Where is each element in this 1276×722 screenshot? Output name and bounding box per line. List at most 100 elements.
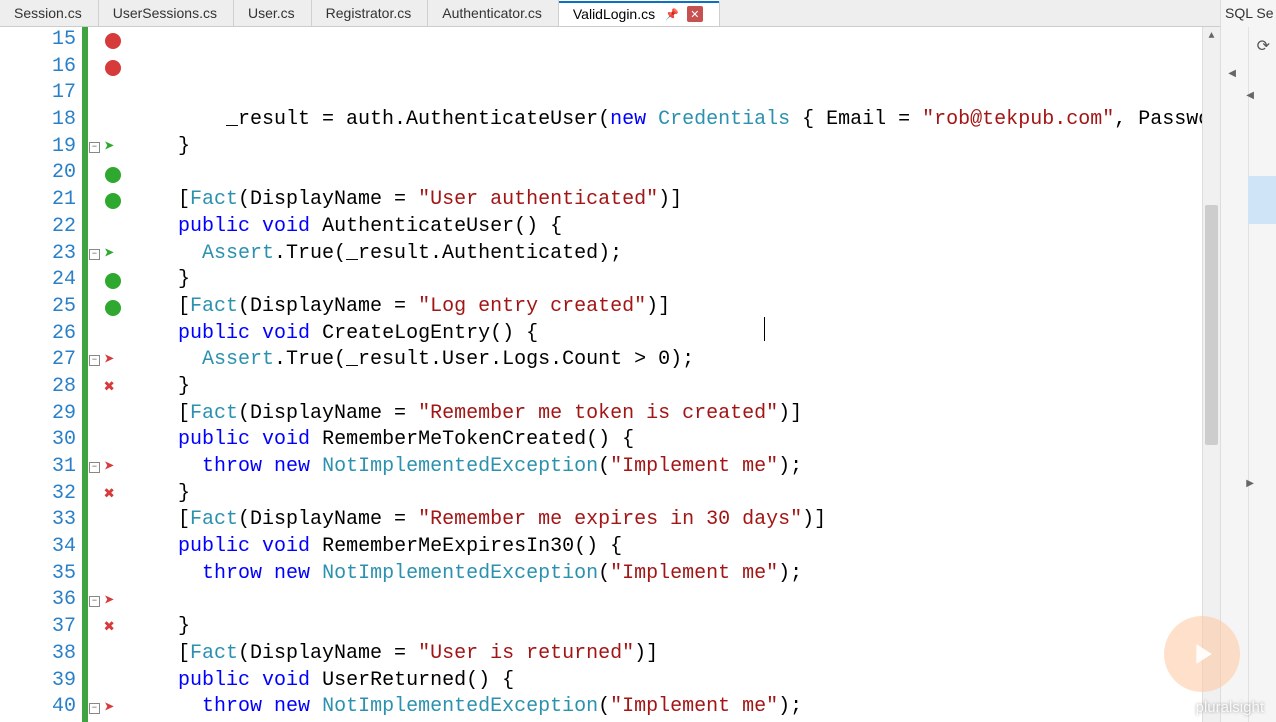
line-number: 32: [0, 481, 76, 508]
collapse-triangle-icon[interactable]: ◀: [1246, 90, 1254, 101]
tab-bar: Session.cs UserSessions.cs User.cs Regis…: [0, 0, 1276, 27]
line-number: 39: [0, 668, 76, 695]
code-line[interactable]: [Fact(DisplayName = "User is returned")]: [124, 641, 1220, 668]
test-pass-icon[interactable]: [105, 300, 121, 316]
fold-toggle[interactable]: −: [89, 596, 100, 607]
refresh-icon[interactable]: ⟳: [1257, 36, 1270, 56]
right-panel-label[interactable]: SQL Se: [1221, 2, 1276, 24]
code-line[interactable]: throw new NotImplementedException("Imple…: [124, 694, 1220, 721]
line-number: 37: [0, 614, 76, 641]
test-pass-icon[interactable]: [105, 167, 121, 183]
test-pass-icon[interactable]: [105, 193, 121, 209]
code-line[interactable]: [Fact(DisplayName = "Remember me token i…: [124, 401, 1220, 428]
line-number: 38: [0, 641, 76, 668]
fold-toggle[interactable]: −: [89, 703, 100, 714]
scroll-track[interactable]: [1203, 45, 1220, 704]
line-number: 35: [0, 561, 76, 588]
line-number: 34: [0, 534, 76, 561]
line-number: 29: [0, 401, 76, 428]
fold-toggle[interactable]: −: [89, 142, 100, 153]
test-marker-column: ➤ ➤ ➤ ✖ ➤ ✖ ➤ ✖ ➤: [102, 27, 124, 722]
code-line[interactable]: public void UserReturned() {: [124, 668, 1220, 695]
line-number: 25: [0, 294, 76, 321]
line-number: 16: [0, 54, 76, 81]
line-number: 22: [0, 214, 76, 241]
expand-triangle-icon[interactable]: ▶: [1246, 478, 1254, 489]
test-pass-arrow-icon[interactable]: ➤: [104, 243, 115, 265]
line-number: 26: [0, 321, 76, 348]
tab-label: Authenticator.cs: [442, 5, 542, 21]
line-number: 15: [0, 27, 76, 54]
code-line[interactable]: public void RememberMeExpiresIn30() {: [124, 534, 1220, 561]
test-fail-arrow-icon[interactable]: ➤: [104, 456, 115, 478]
code-line[interactable]: Assert.True(_result.User.Logs.Count > 0)…: [124, 347, 1220, 374]
tab-usersessions[interactable]: UserSessions.cs: [99, 0, 234, 26]
close-icon[interactable]: ✕: [687, 6, 703, 22]
line-number: 28: [0, 374, 76, 401]
line-number: 36: [0, 587, 76, 614]
play-icon: [1185, 637, 1219, 671]
fold-toggle[interactable]: −: [89, 249, 100, 260]
line-number: 21: [0, 187, 76, 214]
code-line[interactable]: [124, 160, 1220, 187]
code-line[interactable]: }: [124, 374, 1220, 401]
code-line[interactable]: public void CreateLogEntry() {: [124, 321, 1220, 348]
pin-icon[interactable]: 📌: [665, 8, 679, 21]
code-line[interactable]: _result = auth.AuthenticateUser(new Cred…: [124, 107, 1220, 134]
tab-label: Session.cs: [14, 5, 82, 21]
code-line[interactable]: }: [124, 614, 1220, 641]
line-number: 40: [0, 694, 76, 721]
code-line[interactable]: [124, 587, 1220, 614]
test-fail-icon[interactable]: [105, 60, 121, 76]
fold-toggle[interactable]: −: [89, 462, 100, 473]
tab-user[interactable]: User.cs: [234, 0, 312, 26]
line-number: 30: [0, 427, 76, 454]
code-line[interactable]: [Fact(DisplayName = "Log entry created")…: [124, 294, 1220, 321]
tab-label: Registrator.cs: [326, 5, 412, 21]
panel-separator: [1248, 27, 1249, 722]
test-fail-arrow-icon[interactable]: ➤: [104, 697, 115, 719]
line-number: 17: [0, 80, 76, 107]
fold-column: − − − − − −: [88, 27, 102, 722]
line-number: 31: [0, 454, 76, 481]
test-fail-arrow-icon[interactable]: ➤: [104, 349, 115, 371]
test-error-icon[interactable]: ✖: [104, 616, 115, 638]
right-side-panel: SQL Se ⟳ ◀ ◀ ▶: [1220, 0, 1276, 722]
tab-label: ValidLogin.cs: [573, 6, 655, 22]
line-number: 33: [0, 507, 76, 534]
code-editor[interactable]: 1516171819202122232425262728293031323334…: [0, 27, 1220, 722]
line-number: 19: [0, 134, 76, 161]
test-fail-icon[interactable]: [105, 33, 121, 49]
code-line[interactable]: [Fact(DisplayName = "Remember me expires…: [124, 507, 1220, 534]
code-line[interactable]: }: [124, 481, 1220, 508]
code-line[interactable]: throw new NotImplementedException("Imple…: [124, 454, 1220, 481]
code-line[interactable]: public void RememberMeTokenCreated() {: [124, 427, 1220, 454]
brand-watermark: pluralsight: [1196, 699, 1264, 716]
code-line[interactable]: }: [124, 134, 1220, 161]
line-number: 27: [0, 347, 76, 374]
code-line[interactable]: [Fact(DisplayName = "User authenticated"…: [124, 187, 1220, 214]
scroll-thumb[interactable]: [1205, 205, 1218, 445]
test-pass-icon[interactable]: [105, 273, 121, 289]
play-video-button[interactable]: [1164, 616, 1240, 692]
tab-session[interactable]: Session.cs: [0, 0, 99, 26]
collapse-triangle-icon[interactable]: ◀: [1228, 68, 1236, 79]
tab-authenticator[interactable]: Authenticator.cs: [428, 0, 559, 26]
tab-validlogin[interactable]: ValidLogin.cs 📌 ✕: [559, 0, 720, 26]
test-error-icon[interactable]: ✖: [104, 483, 115, 505]
code-area[interactable]: _result = auth.AuthenticateUser(new Cred…: [124, 27, 1220, 722]
code-line[interactable]: }: [124, 267, 1220, 294]
scroll-up-button[interactable]: ▲: [1203, 27, 1220, 45]
fold-toggle[interactable]: −: [89, 355, 100, 366]
line-number-gutter: 1516171819202122232425262728293031323334…: [0, 27, 82, 722]
line-number: 18: [0, 107, 76, 134]
code-line[interactable]: throw new NotImplementedException("Imple…: [124, 561, 1220, 588]
tab-registrator[interactable]: Registrator.cs: [312, 0, 429, 26]
text-cursor: [764, 317, 765, 341]
test-pass-arrow-icon[interactable]: ➤: [104, 136, 115, 158]
test-fail-arrow-icon[interactable]: ➤: [104, 590, 115, 612]
code-line[interactable]: Assert.True(_result.Authenticated);: [124, 241, 1220, 268]
tab-label: UserSessions.cs: [113, 5, 217, 21]
test-error-icon[interactable]: ✖: [104, 376, 115, 398]
code-line[interactable]: public void AuthenticateUser() {: [124, 214, 1220, 241]
